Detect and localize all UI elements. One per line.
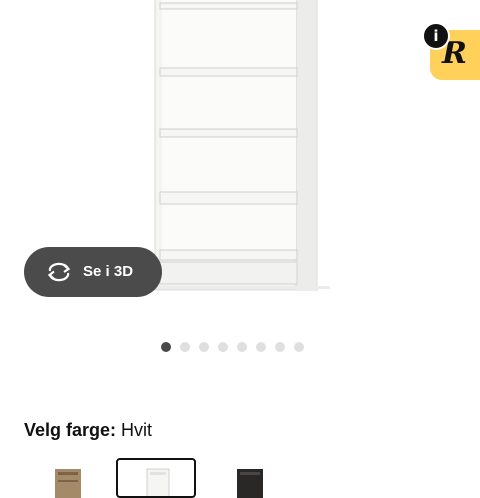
image-carousel-dots — [161, 342, 304, 354]
selected-color-value: Hvit — [121, 420, 153, 440]
carousel-dot[interactable] — [180, 342, 190, 352]
carousel-dot[interactable] — [199, 342, 209, 352]
color-option-black-brown[interactable] — [210, 458, 290, 498]
product-image[interactable]: R i Se i 3D — [0, 0, 480, 320]
carousel-dot[interactable] — [275, 342, 285, 352]
color-selector-label: Velg farge: — [24, 420, 117, 440]
view-in-3d-button[interactable]: Se i 3D — [24, 247, 162, 297]
brown-bookcase-thumbnail — [55, 469, 81, 498]
rotate-3d-icon — [47, 262, 71, 282]
carousel-dot[interactable] — [294, 342, 304, 352]
color-option-brown-oak[interactable] — [28, 458, 108, 498]
color-selector-heading: Velg farge: Hvit — [24, 418, 152, 442]
color-option-white[interactable] — [116, 458, 196, 498]
carousel-dot[interactable] — [218, 342, 228, 352]
info-icon[interactable]: i — [422, 22, 450, 50]
black-bookcase-thumbnail — [237, 469, 263, 498]
white-bookcase-thumbnail — [146, 468, 170, 496]
carousel-dot[interactable] — [161, 342, 171, 352]
carousel-dot[interactable] — [237, 342, 247, 352]
carousel-dot[interactable] — [256, 342, 266, 352]
view-in-3d-label: Se i 3D — [83, 263, 134, 280]
